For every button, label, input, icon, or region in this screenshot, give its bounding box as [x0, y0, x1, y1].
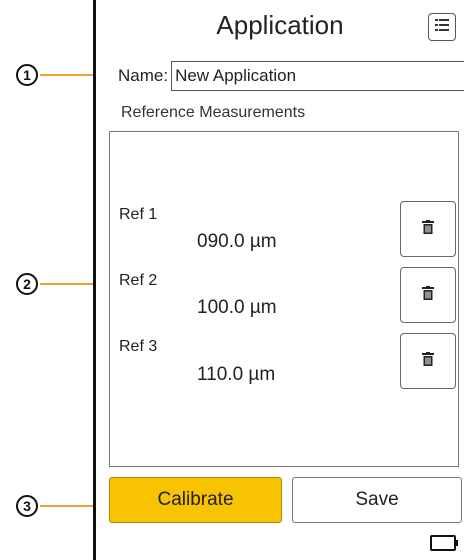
ref-value: 090.0 µm [197, 231, 277, 252]
trash-icon [422, 285, 434, 305]
battery-icon [430, 535, 460, 556]
ref-value: 100.0 µm [197, 297, 277, 318]
trash-icon [422, 219, 434, 239]
ref-label: Ref 1 [119, 206, 158, 223]
delete-ref-1-button[interactable] [400, 201, 456, 257]
trash-icon [422, 351, 434, 371]
calibrate-button[interactable]: Calibrate [109, 477, 282, 523]
reference-section-label: Reference Measurements [121, 104, 306, 121]
callout-1: 1 [16, 64, 38, 86]
ref-label: Ref 3 [119, 338, 158, 355]
callout-2: 2 [16, 273, 38, 295]
page-title: Application [216, 10, 344, 40]
save-button[interactable]: Save [292, 477, 462, 523]
ref-value: 110.0 µm [197, 364, 276, 385]
reference-list: Ref 1 090.0 µm Ref 2 100.0 µm Ref 3 110.… [109, 131, 459, 467]
name-row: Name: [118, 61, 464, 91]
callout-3: 3 [16, 495, 38, 517]
menu-button[interactable] [428, 13, 456, 41]
callout-2-line [40, 283, 93, 285]
callout-1-line [40, 74, 93, 76]
list-menu-icon [434, 17, 450, 38]
ref-label: Ref 2 [119, 272, 158, 289]
device-screen: Application Name: Reference Measurements… [93, 0, 464, 560]
delete-ref-2-button[interactable] [400, 267, 456, 323]
callout-3-line [40, 505, 93, 507]
delete-ref-3-button[interactable] [400, 333, 456, 389]
name-input[interactable] [171, 61, 464, 91]
name-label: Name: [118, 66, 169, 85]
